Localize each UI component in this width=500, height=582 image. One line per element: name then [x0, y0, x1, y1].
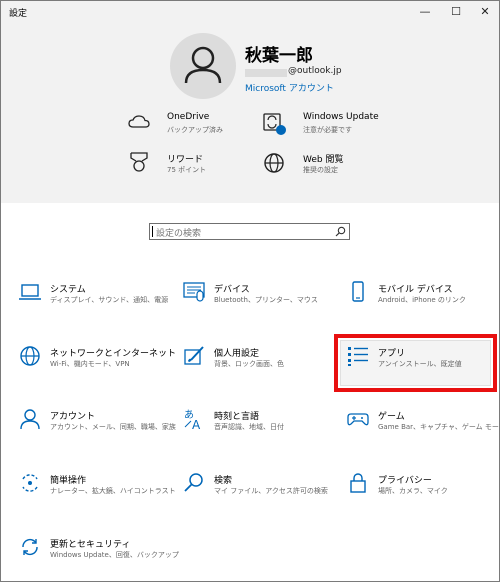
account-header: 秋葉一郎 @outlook.jp Microsoft アカウント OneDriv… [1, 23, 499, 203]
category-subtitle: Windows Update、回復、バックアップ [50, 551, 179, 559]
cloud-icon [128, 115, 150, 128]
gamepad-icon [347, 413, 369, 426]
category-subtitle: ディスプレイ、サウンド、通知、電源 [50, 296, 169, 304]
category-title: アプリ [378, 349, 406, 359]
devices-icon [183, 282, 205, 302]
category-subtitle: 場所、カメラ、マイク [378, 487, 448, 495]
category-ease-of-access[interactable]: 簡単操作 ナレーター、拡大鏡、ハイコントラスト [19, 472, 179, 516]
search-input[interactable]: 設定の検索 [149, 223, 350, 240]
category-title: モバイル デバイス [378, 285, 453, 295]
minimize-button[interactable]: — [411, 1, 439, 23]
close-button[interactable]: ✕ [471, 1, 499, 23]
category-title: デバイス [214, 285, 250, 295]
category-subtitle: ナレーター、拡大鏡、ハイコントラスト [50, 487, 176, 495]
title-bar: 設定 — ☐ ✕ [1, 1, 499, 23]
category-title: ネットワークとインターネット [50, 349, 177, 359]
category-subtitle: Android、iPhone のリンク [378, 296, 466, 304]
person-icon [20, 409, 40, 430]
quick-item-title: Web 閲覧 [303, 155, 344, 165]
update-icon [22, 538, 38, 556]
quick-item-subtitle: 75 ポイント [167, 166, 207, 174]
quick-item-subtitle: 注意が必要です [303, 126, 352, 134]
quick-item-subtitle: バックアップ済み [167, 126, 223, 134]
category-apps[interactable]: アプリ アンインストール、既定値 [347, 345, 499, 389]
account-email: @outlook.jp [288, 66, 342, 76]
search-placeholder: 設定の検索 [156, 229, 202, 239]
microsoft-account-link[interactable]: Microsoft アカウント [245, 81, 334, 94]
user-name: 秋葉一郎 [245, 46, 313, 66]
window-title: 設定 [9, 9, 28, 19]
category-update-security[interactable]: 更新とセキュリティ Windows Update、回復、バックアップ [19, 536, 179, 580]
category-subtitle: Wi-Fi、機内モード、VPN [50, 360, 130, 368]
category-search[interactable]: 検索 マイ ファイル、アクセス許可の検索 [183, 472, 343, 516]
ease-of-access-icon [22, 474, 38, 492]
category-title: 簡単操作 [50, 476, 87, 486]
category-title: 検索 [214, 476, 233, 486]
category-title: 更新とセキュリティ [50, 540, 131, 550]
email-redacted [245, 69, 287, 77]
category-system[interactable]: システム ディスプレイ、サウンド、通知、電源 [19, 281, 179, 325]
category-subtitle: アカウント、メール、同期、職場、家族 [50, 423, 176, 431]
quick-item-subtitle: 推奨の設定 [303, 166, 338, 174]
category-subtitle: Bluetooth、プリンター、マウス [214, 296, 318, 304]
search-icon [184, 473, 203, 492]
avatar[interactable] [170, 33, 236, 99]
globe-icon [264, 153, 284, 173]
category-title: アカウント [50, 412, 96, 422]
personalization-icon [184, 346, 204, 365]
laptop-icon [19, 284, 41, 300]
text-cursor [152, 226, 153, 237]
medal-icon [130, 152, 148, 172]
person-icon [184, 46, 222, 84]
category-subtitle: Game Bar、キャプチャ、ゲーム モード [378, 423, 500, 431]
sync-icon [263, 113, 286, 135]
maximize-button[interactable]: ☐ [442, 1, 470, 23]
category-subtitle: 背景、ロック画面、色 [214, 360, 284, 368]
category-title: 時刻と言語 [214, 412, 260, 422]
quick-item-title: リワード [167, 155, 204, 165]
quick-item-title: Windows Update [303, 112, 379, 122]
settings-window: 設定 — ☐ ✕ 秋葉一郎 @outlook.jp Microsoft アカウン… [0, 0, 500, 582]
language-icon: あ A [184, 409, 201, 430]
category-mobile-devices[interactable]: モバイル デバイス Android、iPhone のリンク [347, 281, 499, 325]
category-gaming[interactable]: ゲーム Game Bar、キャプチャ、ゲーム モード [347, 408, 500, 452]
category-network[interactable]: ネットワークとインターネット Wi-Fi、機内モード、VPN [19, 345, 179, 389]
category-title: プライバシー [378, 476, 432, 486]
category-privacy[interactable]: プライバシー 場所、カメラ、マイク [347, 472, 499, 516]
globe-network-icon [20, 346, 40, 366]
lock-icon [350, 473, 366, 493]
category-title: システム [50, 285, 86, 295]
apps-icon [348, 347, 368, 366]
svg-text:A: A [192, 418, 201, 430]
phone-icon [352, 281, 364, 302]
category-title: 個人用設定 [214, 349, 260, 359]
category-subtitle: アンインストール、既定値 [378, 360, 462, 368]
search-icon [335, 226, 346, 237]
category-subtitle: 音声認識、地域、日付 [214, 423, 284, 431]
category-accounts[interactable]: アカウント アカウント、メール、同期、職場、家族 [19, 408, 179, 452]
category-personalization[interactable]: 個人用設定 背景、ロック画面、色 [183, 345, 343, 389]
quick-item-title: OneDrive [167, 112, 210, 122]
category-devices[interactable]: デバイス Bluetooth、プリンター、マウス [183, 281, 343, 325]
category-time-language[interactable]: あ A 時刻と言語 音声認識、地域、日付 [183, 408, 343, 452]
category-title: ゲーム [378, 412, 405, 422]
category-subtitle: マイ ファイル、アクセス許可の検索 [214, 487, 328, 495]
